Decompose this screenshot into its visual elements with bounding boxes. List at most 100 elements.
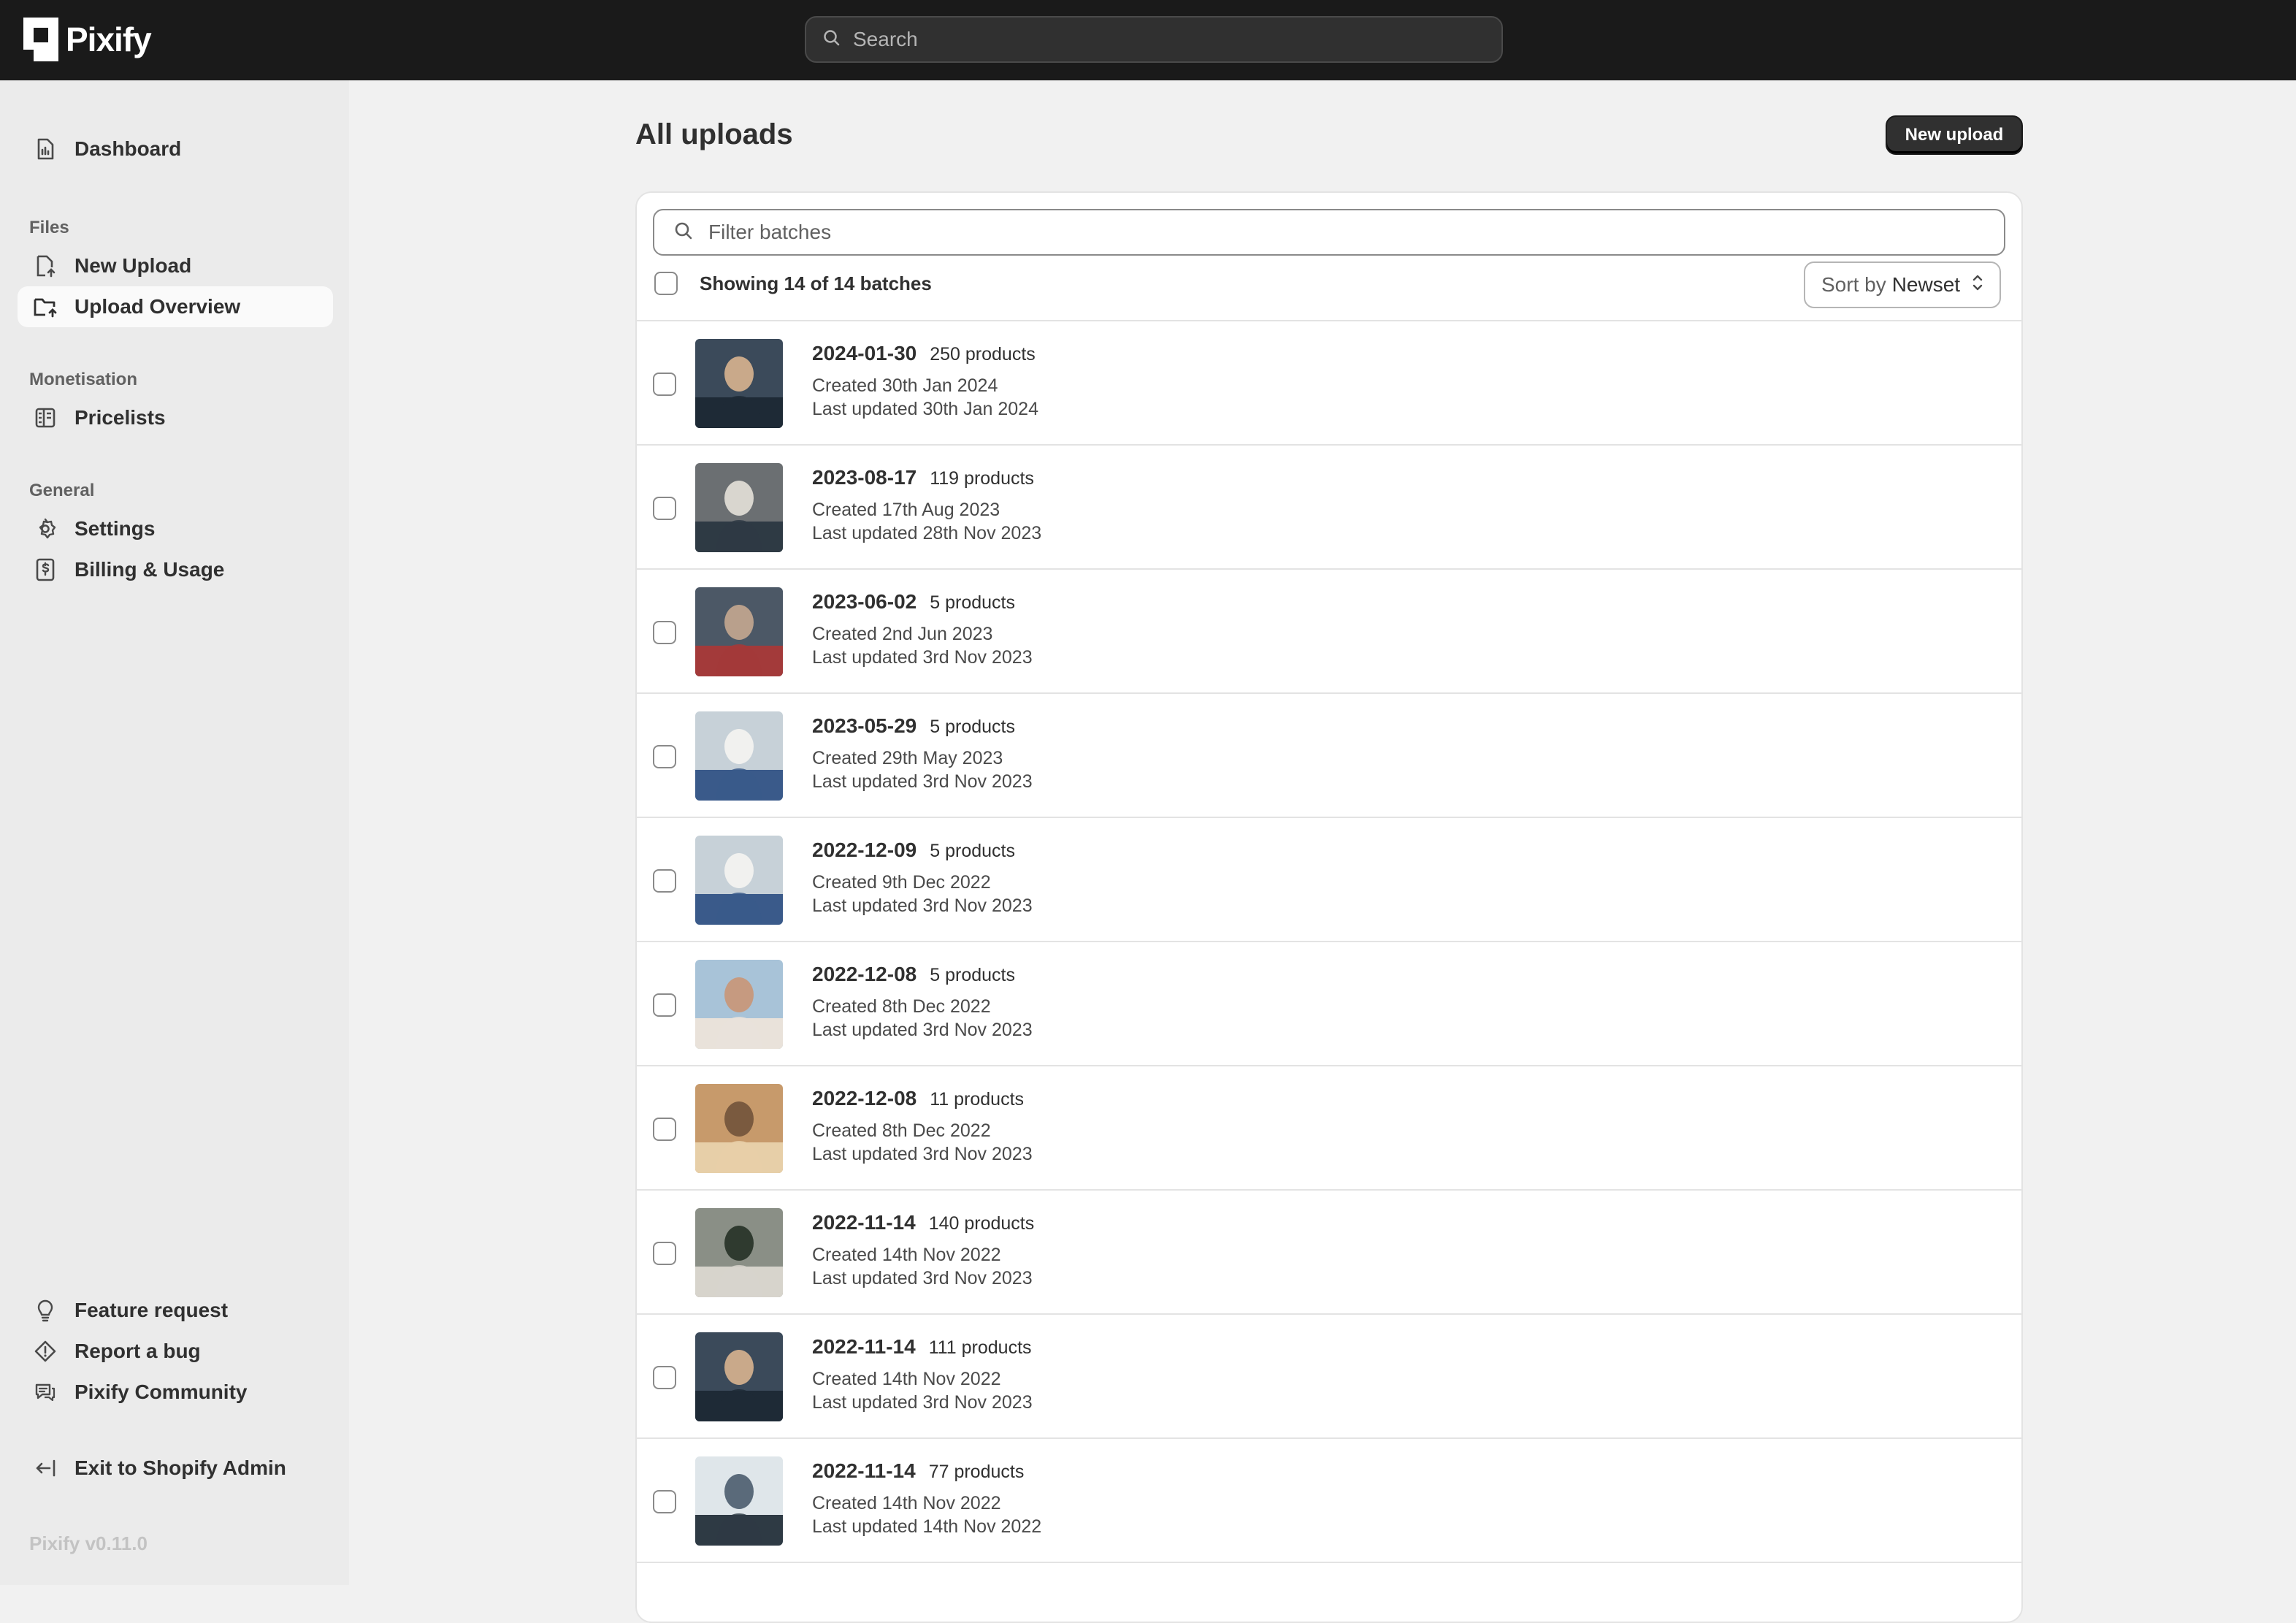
updated-date: Last updated 30th Jan 2024 [812,399,1038,419]
sidebar-item-dashboard[interactable]: Dashboard [18,129,333,169]
updated-date: Last updated 3rd Nov 2023 [812,1392,1033,1413]
batch-name[interactable]: 2022-11-14 [812,1211,916,1234]
updated-date: Last updated 3rd Nov 2023 [812,647,1033,668]
product-count: 119 products [930,468,1034,489]
batch-name[interactable]: 2023-05-29 [812,714,917,738]
batch-row[interactable]: 2024-01-30 250 products Created 30th Jan… [637,321,2021,446]
batch-checkbox[interactable] [653,745,676,768]
batch-name[interactable]: 2022-12-08 [812,963,917,986]
batch-thumbnail[interactable] [695,1456,783,1546]
sidebar-item-label: Settings [74,517,156,540]
pixify-logo-icon [23,18,58,61]
batch-name[interactable]: 2022-11-14 [812,1459,916,1483]
product-count: 5 products [930,592,1015,613]
batch-name[interactable]: 2023-06-02 [812,590,917,614]
search-icon [673,221,694,245]
sidebar-item-label: Upload Overview [74,295,241,318]
created-date: Created 8th Dec 2022 [812,1120,991,1141]
created-date: Created 14th Nov 2022 [812,1493,1001,1513]
batch-name[interactable]: 2022-12-08 [812,1087,917,1110]
sidebar-item-exit[interactable]: Exit to Shopify Admin [18,1448,333,1489]
section-label-monetisation: Monetisation [29,370,137,389]
batch-row[interactable]: 2022-11-14 111 products Created 14th Nov… [637,1315,2021,1439]
batch-thumbnail[interactable] [695,836,783,925]
sidebar-item-upload-overview[interactable]: Upload Overview [18,286,333,327]
batch-row[interactable]: 2023-05-29 5 products Created 29th May 2… [637,694,2021,818]
batch-name[interactable]: 2022-12-09 [812,839,917,862]
sort-arrows-icon [1972,272,1983,298]
batch-thumbnail[interactable] [695,1084,783,1173]
folder-upload-icon [32,294,58,320]
filter-batches-input[interactable]: Filter batches [653,209,2005,256]
batch-checkbox[interactable] [653,1366,676,1389]
product-count: 11 products [930,1089,1025,1110]
batch-name[interactable]: 2024-01-30 [812,342,917,365]
sidebar-item-label: Billing & Usage [74,558,225,581]
batch-name[interactable]: 2023-08-17 [812,466,917,489]
batch-checkbox[interactable] [653,497,676,520]
created-date: Created 2nd Jun 2023 [812,624,993,644]
page-title: All uploads [635,118,793,150]
batch-checkbox[interactable] [653,373,676,396]
sidebar-item-label: Pricelists [74,406,166,429]
batch-checkbox[interactable] [653,993,676,1017]
batch-thumbnail[interactable] [695,711,783,801]
batch-row[interactable]: 2022-12-08 5 products Created 8th Dec 20… [637,942,2021,1066]
new-upload-button[interactable]: New upload [1886,115,2023,155]
batch-thumbnail[interactable] [695,960,783,1049]
batch-thumbnail[interactable] [695,1208,783,1297]
document-icon [32,136,58,162]
sidebar-item-new-upload[interactable]: New Upload [18,245,333,286]
batch-thumbnail[interactable] [695,463,783,552]
select-all-checkbox[interactable] [654,272,678,295]
batch-thumbnail[interactable] [695,587,783,676]
sidebar-item-community[interactable]: Pixify Community [18,1372,333,1413]
batch-row[interactable]: 2023-08-17 119 products Created 17th Aug… [637,446,2021,570]
sidebar-item-billing[interactable]: Billing & Usage [18,549,333,590]
product-count: 77 products [928,1462,1025,1482]
batch-row[interactable]: 2022-12-08 11 products Created 8th Dec 2… [637,1066,2021,1191]
created-date: Created 14th Nov 2022 [812,1369,1001,1389]
updated-date: Last updated 3rd Nov 2023 [812,771,1033,792]
created-date: Created 17th Aug 2023 [812,500,1000,520]
app-name: Pixify [66,20,152,58]
batch-thumbnail[interactable] [695,1332,783,1421]
filter-placeholder: Filter batches [708,221,832,243]
sidebar-item-settings[interactable]: Settings [18,508,333,549]
search-icon [822,28,841,51]
product-count: 111 products [928,1337,1032,1358]
batch-row[interactable]: 2023-06-02 5 products Created 2nd Jun 20… [637,570,2021,694]
created-date: Created 14th Nov 2022 [812,1245,1001,1265]
app-logo[interactable]: Pixify [23,18,152,61]
chat-icon [32,1379,58,1405]
batch-name[interactable]: 2022-11-14 [812,1335,916,1359]
exit-arrow-icon [32,1455,58,1481]
updated-date: Last updated 3rd Nov 2023 [812,1268,1033,1288]
updated-date: Last updated 28th Nov 2023 [812,523,1042,543]
sidebar-item-label: Feature request [74,1299,229,1321]
sidebar-item-label: Exit to Shopify Admin [74,1456,286,1479]
batch-checkbox[interactable] [653,1242,676,1265]
batch-checkbox[interactable] [653,621,676,644]
sidebar-item-report-bug[interactable]: Report a bug [18,1331,333,1372]
batch-count: Showing 14 of 14 batches [700,272,932,294]
batch-checkbox[interactable] [653,869,676,893]
batch-list: 2024-01-30 250 products Created 30th Jan… [637,320,2021,1563]
global-search-input[interactable]: Search [805,16,1503,63]
sidebar-item-label: Pixify Community [74,1380,248,1403]
file-upload-icon [32,253,58,279]
batch-thumbnail[interactable] [695,339,783,428]
batch-checkbox[interactable] [653,1118,676,1141]
sidebar-item-feature-request[interactable]: Feature request [18,1290,333,1331]
sort-select[interactable]: Sort by Newset [1804,261,2001,308]
updated-date: Last updated 3rd Nov 2023 [812,1020,1033,1040]
batch-row[interactable]: 2022-11-14 140 products Created 14th Nov… [637,1191,2021,1315]
sidebar-item-pricelists[interactable]: Pricelists [18,397,333,438]
batch-row[interactable]: 2022-11-14 77 products Created 14th Nov … [637,1439,2021,1563]
top-bar: Pixify Search [0,0,2296,80]
pricelist-icon [32,405,58,431]
batch-checkbox[interactable] [653,1490,676,1513]
batch-row[interactable]: 2022-12-09 5 products Created 9th Dec 20… [637,818,2021,942]
sidebar-item-label: Report a bug [74,1340,201,1362]
lightbulb-icon [32,1297,58,1324]
